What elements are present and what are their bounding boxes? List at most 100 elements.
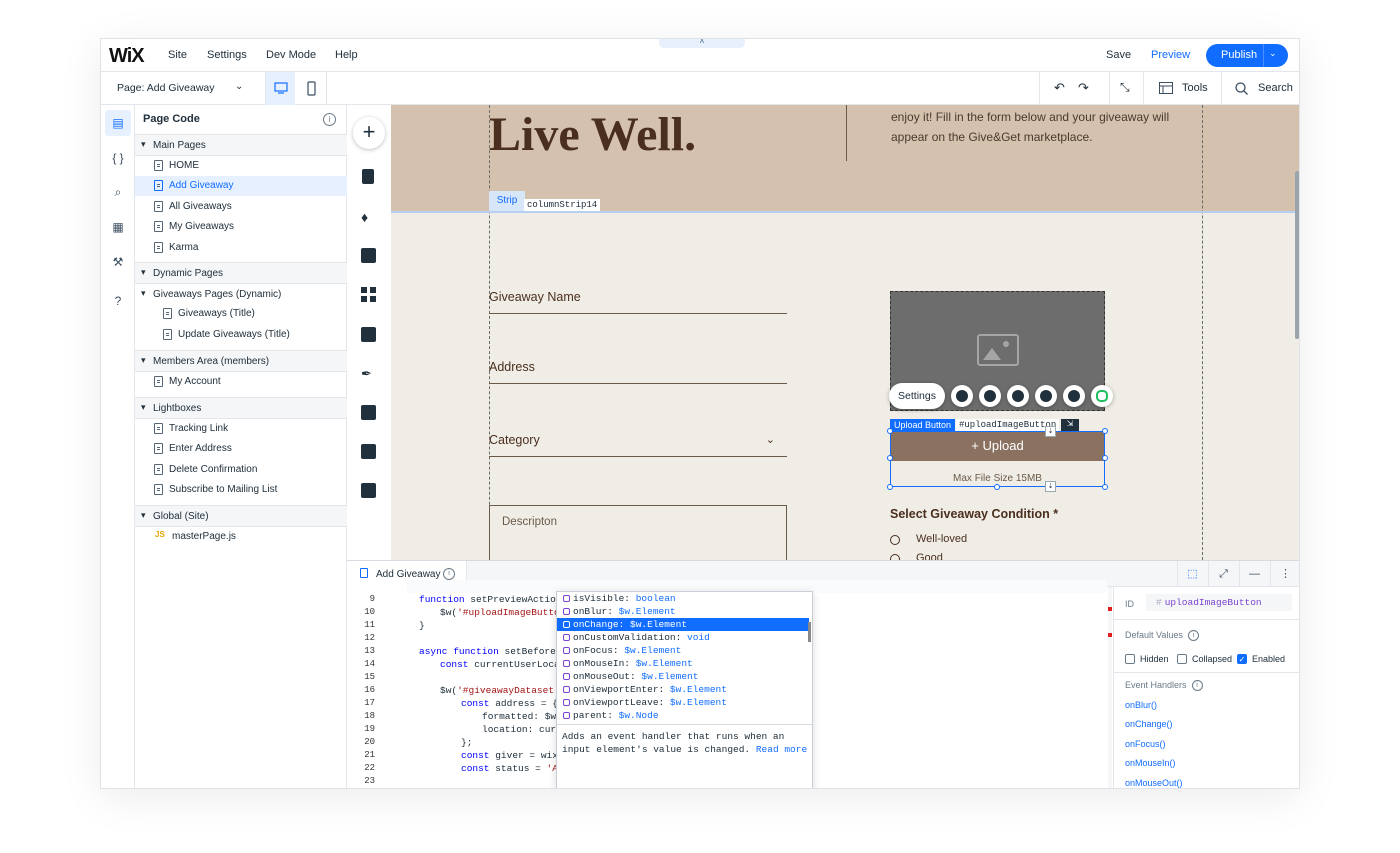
stretch-icon[interactable]: ⇣ [1045, 426, 1056, 437]
link-icon[interactable]: ⇲ [1061, 419, 1079, 431]
gear-icon[interactable] [951, 385, 973, 407]
resize-handle[interactable] [1102, 428, 1108, 434]
add-elements-icon[interactable]: + [353, 117, 385, 149]
site-canvas[interactable]: Live Well. enjoy it! Fill in the form be… [391, 105, 1299, 560]
canvas-scrollbar[interactable] [1295, 171, 1299, 339]
hero-text[interactable]: enjoy it! Fill in the form below and you… [891, 107, 1191, 147]
pages-icon[interactable] [362, 169, 374, 184]
page-item-all-giveaways[interactable]: All Giveaways [135, 197, 347, 217]
tools-button[interactable]: Tools [1143, 72, 1221, 105]
search-button[interactable]: Search [1221, 72, 1299, 105]
save-button[interactable]: Save [1106, 49, 1131, 61]
autocomplete-item-selected[interactable]: onChange: $w.Element [557, 618, 809, 631]
section-global-site[interactable]: Global (Site) [135, 505, 347, 527]
giveaway-name-field[interactable]: Giveaway Name [489, 290, 787, 314]
autocomplete-item[interactable]: onViewportEnter: $w.Element [557, 683, 809, 696]
id-input[interactable]: # uploadImageButton [1146, 594, 1292, 611]
connect-data-icon[interactable] [1091, 385, 1113, 407]
mobile-view-button[interactable] [297, 72, 327, 105]
stretch-icon[interactable]: ⇣ [1045, 481, 1056, 492]
description-textbox[interactable]: Descripton [489, 505, 787, 560]
chevron-down-icon[interactable]: ⌄ [1269, 48, 1277, 59]
help-icon[interactable]: ? [110, 294, 126, 310]
autocomplete-item[interactable]: onCustomValidation: void [557, 631, 809, 644]
page-item-my-account[interactable]: My Account [135, 372, 347, 392]
info-icon[interactable]: i [443, 568, 455, 580]
page-selector[interactable]: Page: Add Giveaway ⌄ [117, 81, 243, 94]
autocomplete-scrollbar[interactable] [808, 622, 811, 642]
section-members-area[interactable]: Members Area (members) [135, 350, 347, 372]
more-options-icon[interactable]: ⋮ [1270, 561, 1299, 587]
menu-help[interactable]: Help [335, 49, 358, 61]
redo-icon[interactable]: ↷ [1078, 80, 1089, 96]
autocomplete-item[interactable]: parent: $w.Node [557, 709, 809, 722]
lightbox-item-subscribe[interactable]: Subscribe to Mailing List [135, 480, 347, 500]
zoom-out-button[interactable]: ⤡ [1109, 72, 1143, 105]
autocomplete-item[interactable]: onBlur: $w.Element [557, 605, 809, 618]
autocomplete-item[interactable]: isVisible: boolean [557, 592, 809, 605]
blog-pen-icon[interactable]: ✒ [361, 366, 376, 381]
autocomplete-item[interactable]: onMouseOut: $w.Element [557, 670, 809, 683]
properties-panel-icon[interactable]: ⬚ [1177, 561, 1207, 587]
resize-handle[interactable] [887, 428, 893, 434]
page-code-icon[interactable]: ▤ [105, 110, 131, 136]
category-dropdown[interactable]: Category ⌄ [489, 433, 787, 457]
page-item-giveaways-title[interactable]: Giveaways (Title) [135, 304, 347, 324]
info-icon[interactable]: i [1191, 680, 1203, 692]
section-main-pages[interactable]: Main Pages [135, 134, 347, 156]
autocomplete-item[interactable]: onViewportLeave: $w.Element [557, 696, 809, 709]
help-icon[interactable] [1063, 385, 1085, 407]
database-icon[interactable]: ▦ [110, 220, 126, 236]
maximize-icon[interactable]: ⤢ [1208, 561, 1238, 587]
autocomplete-item[interactable]: onFocus: $w.Element [557, 644, 809, 657]
publish-button[interactable]: Publish ⌄ [1206, 44, 1288, 67]
minimize-icon[interactable]: — [1239, 561, 1269, 587]
hero-title[interactable]: Live Well. [489, 107, 696, 162]
settings-button[interactable]: Settings [889, 383, 945, 409]
code-braces-icon[interactable]: { } [110, 151, 126, 167]
event-handler-onmousein[interactable]: onMouseIn() [1125, 758, 1176, 768]
undo-icon[interactable]: ↶ [1054, 80, 1065, 96]
resize-handle[interactable] [887, 484, 893, 490]
menu-site[interactable]: Site [168, 49, 187, 61]
store-bag-icon[interactable] [361, 483, 376, 498]
page-item-my-giveaways[interactable]: My Giveaways [135, 217, 347, 237]
hero-strip[interactable]: Live Well. enjoy it! Fill in the form be… [391, 105, 1299, 211]
read-more-link[interactable]: Read more [756, 744, 807, 755]
wrench-icon[interactable]: ⚒ [110, 255, 126, 271]
info-icon[interactable]: i [1187, 630, 1199, 642]
event-handler-onblur[interactable]: onBlur() [1125, 700, 1157, 710]
radio-well-loved[interactable] [890, 535, 900, 545]
page-item-update-giveaways[interactable]: Update Giveaways (Title) [135, 325, 347, 345]
section-lightboxes[interactable]: Lightboxes [135, 397, 347, 419]
event-handler-onmouseout[interactable]: onMouseOut() [1125, 778, 1183, 788]
event-handler-onfocus[interactable]: onFocus() [1125, 739, 1166, 749]
lightbox-item-tracking-link[interactable]: Tracking Link [135, 419, 347, 439]
apps-icon[interactable] [361, 287, 376, 302]
layout-icon[interactable] [979, 385, 1001, 407]
strip-label[interactable]: Strip [489, 191, 525, 211]
design-icon[interactable]: ♦ [361, 209, 376, 225]
hidden-checkbox[interactable] [1125, 654, 1135, 664]
wix-logo[interactable]: WiX [109, 45, 145, 68]
file-item-masterpage[interactable]: JS masterPage.js [135, 527, 347, 547]
lightbox-item-delete-confirmation[interactable]: Delete Confirmation [135, 460, 347, 480]
page-item-add-giveaway[interactable]: Add Giveaway [135, 176, 347, 196]
event-handler-onchange[interactable]: onChange() [1125, 719, 1173, 729]
resize-handle[interactable] [1102, 484, 1108, 490]
subsection-giveaways-dynamic[interactable]: Giveaways Pages (Dynamic) [135, 284, 347, 304]
bookings-calendar-icon[interactable] [361, 405, 376, 420]
collapse-toolbar-tab[interactable]: ˄ [659, 39, 745, 48]
resize-handle[interactable] [1102, 455, 1108, 461]
section-dynamic-pages[interactable]: Dynamic Pages [135, 262, 347, 284]
autocomplete-item[interactable]: onMouseIn: $w.Element [557, 657, 809, 670]
page-item-karma[interactable]: Karma [135, 238, 347, 258]
background-icon[interactable] [361, 248, 376, 263]
preview-button[interactable]: Preview [1151, 49, 1190, 61]
content-manager-icon[interactable] [361, 444, 376, 459]
media-icon[interactable] [361, 327, 376, 342]
search-icon[interactable]: ⌕ [110, 185, 126, 201]
enabled-checkbox[interactable]: ✓ [1237, 654, 1247, 664]
resize-handle[interactable] [887, 455, 893, 461]
menu-settings[interactable]: Settings [207, 49, 247, 61]
